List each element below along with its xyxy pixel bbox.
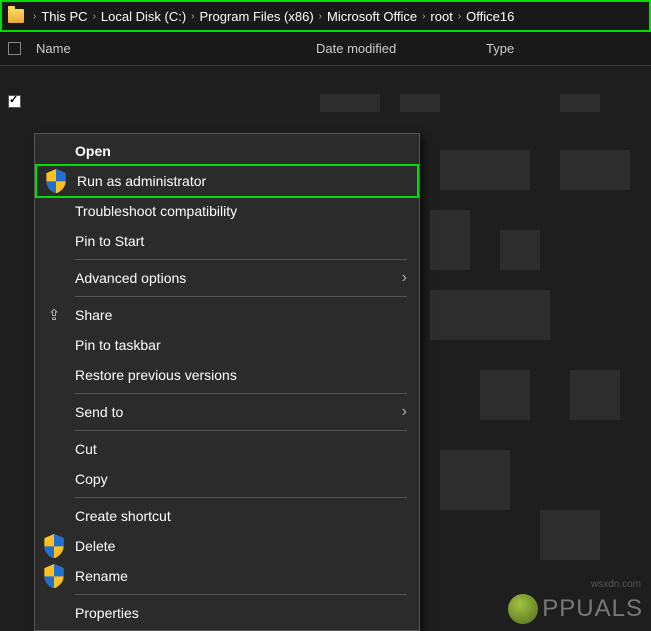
menu-separator <box>75 259 407 260</box>
menu-open[interactable]: Open <box>35 136 419 166</box>
menu-label: Delete <box>75 538 407 554</box>
share-icon: ⇪ <box>43 305 65 325</box>
file-checkbox[interactable] <box>8 95 21 108</box>
menu-separator <box>75 497 407 498</box>
menu-pin-to-start[interactable]: Pin to Start <box>35 226 419 256</box>
menu-run-as-administrator[interactable]: Run as administrator <box>37 166 417 196</box>
menu-label: Properties <box>75 605 407 621</box>
menu-label: Share <box>75 307 407 323</box>
watermark-text: PPUALS <box>542 595 643 623</box>
menu-label: Pin to Start <box>75 233 407 249</box>
menu-cut[interactable]: Cut <box>35 434 419 464</box>
menu-label: Send to <box>75 404 402 420</box>
context-menu: Open Run as administrator Troubleshoot c… <box>34 133 420 631</box>
menu-label: Cut <box>75 441 407 457</box>
chevron-right-icon: › <box>417 11 430 22</box>
menu-label: Open <box>75 143 407 159</box>
menu-separator <box>75 393 407 394</box>
menu-separator <box>75 296 407 297</box>
shield-icon <box>45 171 67 191</box>
chevron-right-icon: › <box>28 11 41 22</box>
menu-label: Copy <box>75 471 407 487</box>
menu-rename[interactable]: Rename <box>35 561 419 591</box>
menu-delete[interactable]: Delete <box>35 531 419 561</box>
breadcrumb-item[interactable]: This PC <box>41 9 87 24</box>
watermark: PPUALS <box>508 594 643 624</box>
menu-properties[interactable]: Properties <box>35 598 419 628</box>
chevron-right-icon: › <box>314 11 327 22</box>
menu-separator <box>75 430 407 431</box>
menu-label: Troubleshoot compatibility <box>75 203 407 219</box>
chevron-right-icon: › <box>402 403 407 421</box>
shield-icon <box>43 566 65 586</box>
breadcrumb-item[interactable]: Program Files (x86) <box>200 9 314 24</box>
watermark-logo-icon <box>508 594 538 624</box>
chevron-right-icon: › <box>453 11 466 22</box>
menu-label: Create shortcut <box>75 508 407 524</box>
menu-share[interactable]: ⇪ Share <box>35 300 419 330</box>
menu-label: Advanced options <box>75 270 402 286</box>
select-all-checkbox[interactable] <box>8 42 28 55</box>
menu-separator <box>75 594 407 595</box>
menu-label: Pin to taskbar <box>75 337 407 353</box>
breadcrumb-item[interactable]: Microsoft Office <box>327 9 417 24</box>
menu-label: Run as administrator <box>77 173 405 189</box>
column-header-type[interactable]: Type <box>478 41 651 56</box>
menu-send-to[interactable]: Send to › <box>35 397 419 427</box>
column-header-row: Name Date modified Type <box>0 32 651 66</box>
breadcrumb-item[interactable]: Local Disk (C:) <box>101 9 186 24</box>
chevron-right-icon: › <box>186 11 199 22</box>
menu-copy[interactable]: Copy <box>35 464 419 494</box>
chevron-right-icon: › <box>88 11 101 22</box>
chevron-right-icon: › <box>402 269 407 287</box>
menu-advanced-options[interactable]: Advanced options › <box>35 263 419 293</box>
breadcrumb-item[interactable]: Office16 <box>466 9 514 24</box>
menu-label: Rename <box>75 568 407 584</box>
folder-icon <box>8 9 24 23</box>
breadcrumb-bar: › This PC › Local Disk (C:) › Program Fi… <box>0 0 651 32</box>
menu-restore-previous-versions[interactable]: Restore previous versions <box>35 360 419 390</box>
breadcrumb-item[interactable]: root <box>430 9 452 24</box>
column-header-name[interactable]: Name <box>28 41 308 56</box>
menu-pin-to-taskbar[interactable]: Pin to taskbar <box>35 330 419 360</box>
source-url-text: wsxdn.com <box>591 579 641 590</box>
menu-label: Restore previous versions <box>75 367 407 383</box>
column-header-date[interactable]: Date modified <box>308 41 478 56</box>
menu-create-shortcut[interactable]: Create shortcut <box>35 501 419 531</box>
shield-icon <box>43 536 65 556</box>
menu-troubleshoot-compatibility[interactable]: Troubleshoot compatibility <box>35 196 419 226</box>
